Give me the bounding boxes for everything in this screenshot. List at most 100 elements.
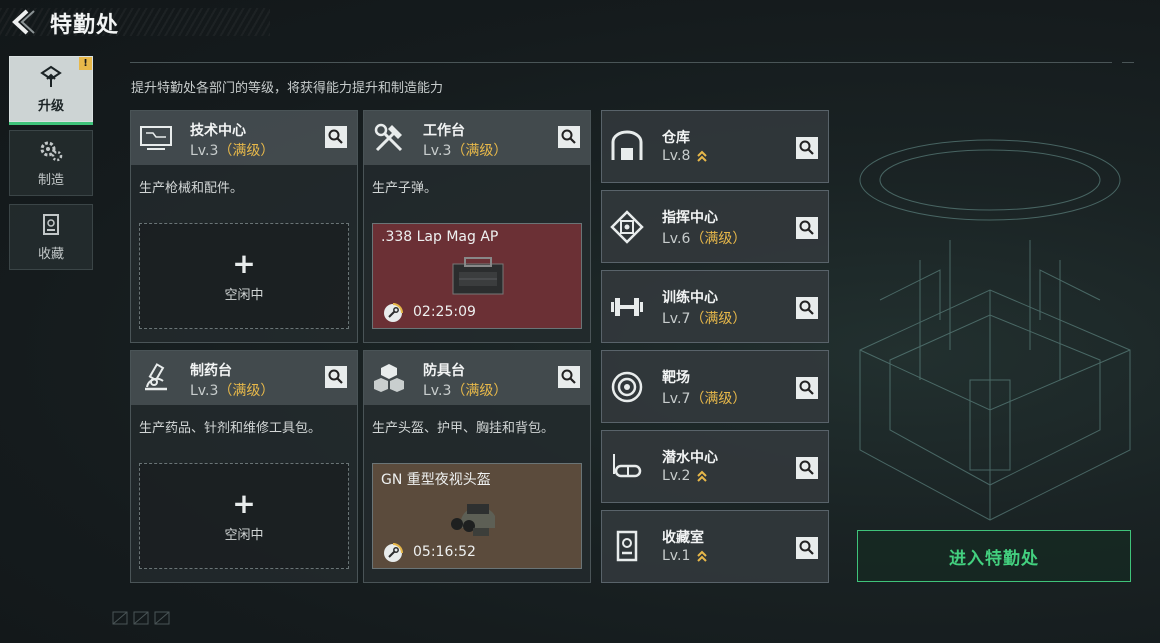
card-level: Lv.7（满级）: [662, 391, 747, 407]
magnifier-icon: [561, 369, 576, 384]
magnifier-icon: [328, 129, 343, 144]
back-arrow-icon: [12, 9, 35, 35]
collection-room-icon: [616, 530, 638, 562]
product-name: GN 重型夜视头盔: [381, 472, 491, 488]
card-name: 防具台: [423, 363, 465, 379]
card-header: 工作台 Lv.3（满级）: [364, 111, 590, 165]
title-stripes: [0, 8, 270, 36]
inspect-button[interactable]: [796, 457, 818, 479]
card-armor-bench[interactable]: 防具台 Lv.3（满级） 生产头盔、护甲、胸挂和背包。 GN 重型夜视头盔 05…: [363, 350, 591, 583]
add-icon: +: [232, 246, 256, 280]
back-button[interactable]: [8, 8, 38, 36]
production-timer: 05:16:52: [413, 544, 476, 560]
page-subtitle: 提升特勤处各部门的等级，将获得能力提升和制造能力: [131, 81, 444, 96]
upgrade-available-icon: [697, 470, 708, 482]
magnifier-icon: [799, 540, 814, 555]
tab-collection-label: 收藏: [37, 246, 64, 262]
page-title: 特勤处: [50, 13, 120, 38]
collection-icon: [43, 213, 59, 235]
card-collection-room[interactable]: 收藏室 Lv.1: [601, 510, 829, 583]
inspect-button[interactable]: [796, 377, 818, 399]
magnifier-icon: [328, 369, 343, 384]
pharmacy-icon: [145, 363, 167, 391]
card-name: 技术中心: [190, 123, 246, 139]
max-level-tag: （满级）: [451, 143, 508, 159]
card-tech-center[interactable]: 技术中心 Lv.3（满级） 生产枪械和配件。 + 空闲中: [130, 110, 358, 343]
max-level-tag: （满级）: [690, 311, 747, 327]
footer-decoration: [112, 611, 170, 625]
inspect-button[interactable]: [796, 217, 818, 239]
enter-special-ops-button[interactable]: 进入特勤处: [857, 530, 1131, 582]
shooting-range-icon: [611, 371, 643, 403]
inspect-button[interactable]: [558, 366, 580, 388]
production-slot[interactable]: GN 重型夜视头盔 05:16:52: [372, 463, 582, 569]
inspect-button[interactable]: [796, 137, 818, 159]
gears-icon: [40, 141, 63, 161]
card-level: Lv.1: [662, 548, 708, 564]
card-training-center[interactable]: 训练中心 Lv.7（满级）: [601, 270, 829, 343]
top-bar: 特勤处: [0, 0, 1160, 48]
card-name: 仓库: [662, 130, 690, 146]
magnifier-icon: [561, 129, 576, 144]
idle-text: 空闲中: [224, 527, 264, 543]
card-pharmacy[interactable]: 制药台 Lv.3（满级） 生产药品、针剂和维修工具包。 + 空闲中: [130, 350, 358, 583]
card-name: 指挥中心: [662, 210, 718, 226]
card-name: 训练中心: [662, 290, 718, 306]
magnifier-icon: [799, 300, 814, 315]
production-timer: 02:25:09: [413, 304, 476, 320]
inspect-button[interactable]: [325, 366, 347, 388]
upgrade-available-icon: [697, 150, 708, 162]
night-vision-helmet-image: [451, 504, 495, 536]
card-diving-center[interactable]: 潜水中心 Lv.2: [601, 430, 829, 503]
idle-text: 空闲中: [224, 287, 264, 303]
max-level-tag: （满级）: [218, 383, 275, 399]
ammo-box-image: [452, 257, 504, 295]
max-level-tag: （满级）: [451, 383, 508, 399]
card-workbench[interactable]: 工作台 Lv.3（满级） 生产子弹。 .338 Lap Mag AP 02:25…: [363, 110, 591, 343]
tab-collection[interactable]: 收藏: [9, 204, 93, 270]
tech-center-icon: [140, 126, 172, 150]
inspect-button[interactable]: [796, 537, 818, 559]
alert-badge: !: [79, 57, 92, 70]
wrench-timer-icon: [384, 543, 403, 562]
upgrade-available-icon: [697, 550, 708, 562]
card-description: 生产头盔、护甲、胸挂和背包。: [372, 421, 555, 436]
magnifier-icon: [799, 460, 814, 475]
add-icon: +: [232, 486, 256, 520]
card-level: Lv.2: [662, 468, 708, 484]
card-command-center[interactable]: 指挥中心 Lv.6（满级）: [601, 190, 829, 263]
card-level: Lv.6（满级）: [662, 231, 747, 247]
tab-craft[interactable]: 制造: [9, 130, 93, 196]
card-level: Lv.8: [662, 148, 708, 164]
max-level-tag: （满级）: [218, 143, 275, 159]
magnifier-icon: [799, 380, 814, 395]
card-description: 生产枪械和配件。: [139, 181, 244, 196]
card-level: Lv.3（满级）: [423, 143, 508, 159]
inspect-button[interactable]: [796, 297, 818, 319]
card-description: 生产子弹。: [372, 181, 438, 196]
magnifier-icon: [799, 140, 814, 155]
card-name: 靶场: [662, 370, 690, 386]
wrench-timer-icon: [384, 303, 403, 322]
card-name: 工作台: [423, 123, 465, 139]
card-shooting-range[interactable]: 靶场 Lv.7（满级）: [601, 350, 829, 423]
idle-production-slot[interactable]: + 空闲中: [139, 223, 349, 329]
diving-center-icon: [613, 454, 642, 478]
card-level: Lv.7（满级）: [662, 311, 747, 327]
armor-bench-icon: [374, 364, 404, 392]
card-warehouse[interactable]: 仓库 Lv.8: [601, 110, 829, 183]
tab-upgrade[interactable]: ! 升级: [9, 56, 93, 125]
training-center-icon: [611, 298, 643, 316]
idle-production-slot[interactable]: + 空闲中: [139, 463, 349, 569]
card-header: 防具台 Lv.3（满级）: [364, 351, 590, 405]
workbench-icon: [374, 123, 403, 152]
max-level-tag: （满级）: [690, 231, 747, 247]
tab-craft-label: 制造: [37, 172, 64, 188]
upgrade-icon: [40, 65, 62, 87]
card-header: 制药台 Lv.3（满级）: [131, 351, 357, 405]
production-slot[interactable]: .338 Lap Mag AP 02:25:09: [372, 223, 582, 329]
magnifier-icon: [799, 220, 814, 235]
inspect-button[interactable]: [325, 126, 347, 148]
inspect-button[interactable]: [558, 126, 580, 148]
header-divider: [130, 62, 1134, 63]
